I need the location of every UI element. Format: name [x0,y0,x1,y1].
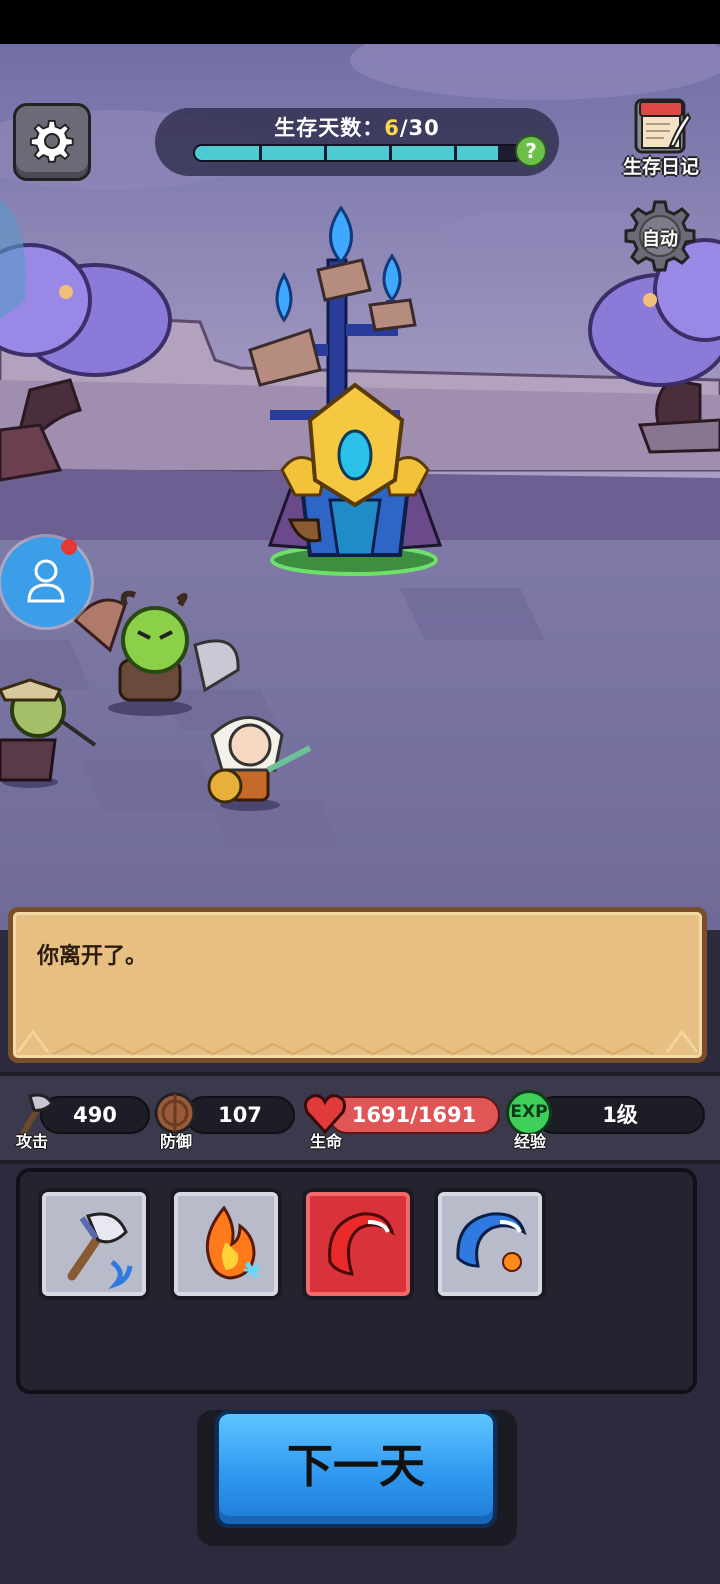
attack-value: 490 [40,1096,150,1134]
blue-slash-skill-icon [456,1212,527,1272]
message-box-ornament [16,1029,699,1056]
survival-progress-fill [195,146,499,160]
settings-button[interactable] [13,103,91,181]
next-day-button-frame: 下一天 [197,1410,517,1546]
message-text: 你离开了。 [37,944,148,969]
skill-slot-red-slash[interactable] [302,1188,414,1300]
diary-book-icon [634,98,692,154]
diary-label: 生存日记 [622,156,699,178]
attack-label: 攻击 [16,1132,49,1151]
survival-diary-button[interactable]: 生存日记 [618,96,704,184]
message-box: 你离开了。 [8,907,707,1063]
stats-bar: 490 攻击 107 防御 1691/1691 生命 1级 EXP 经验 [0,1072,720,1164]
profile-button[interactable] [1,537,91,627]
red-slash-skill-icon [328,1212,395,1276]
axe-skill-icon [67,1212,133,1290]
status-bar [0,0,720,44]
hp-label: 生命 [310,1132,343,1151]
auto-button[interactable]: 自动 [622,198,698,274]
next-day-button[interactable]: 下一天 [215,1410,497,1528]
defense-label: 防御 [160,1132,193,1151]
skill-slot-axe[interactable] [38,1188,150,1300]
level-value: 1级 [535,1096,705,1134]
hp-value: 1691/1691 [328,1096,500,1134]
notification-dot [61,539,77,555]
help-icon[interactable]: ? [515,135,547,167]
exp-label: 经验 [514,1132,547,1151]
survival-days-panel: 生存天数：6/30 ? [155,108,559,176]
user-icon [27,559,65,603]
skill-slot-fire[interactable] [170,1188,282,1300]
skills-panel [16,1168,697,1394]
auto-label: 自动 [642,229,678,250]
survival-days-label: 生存天数：6/30 [274,116,440,140]
fire-frost-skill-icon [205,1205,260,1280]
defense-value: 107 [185,1096,295,1134]
survival-progress-bar [193,144,523,162]
skill-slot-blue-slash[interactable] [434,1188,546,1300]
gear-icon [29,119,74,163]
